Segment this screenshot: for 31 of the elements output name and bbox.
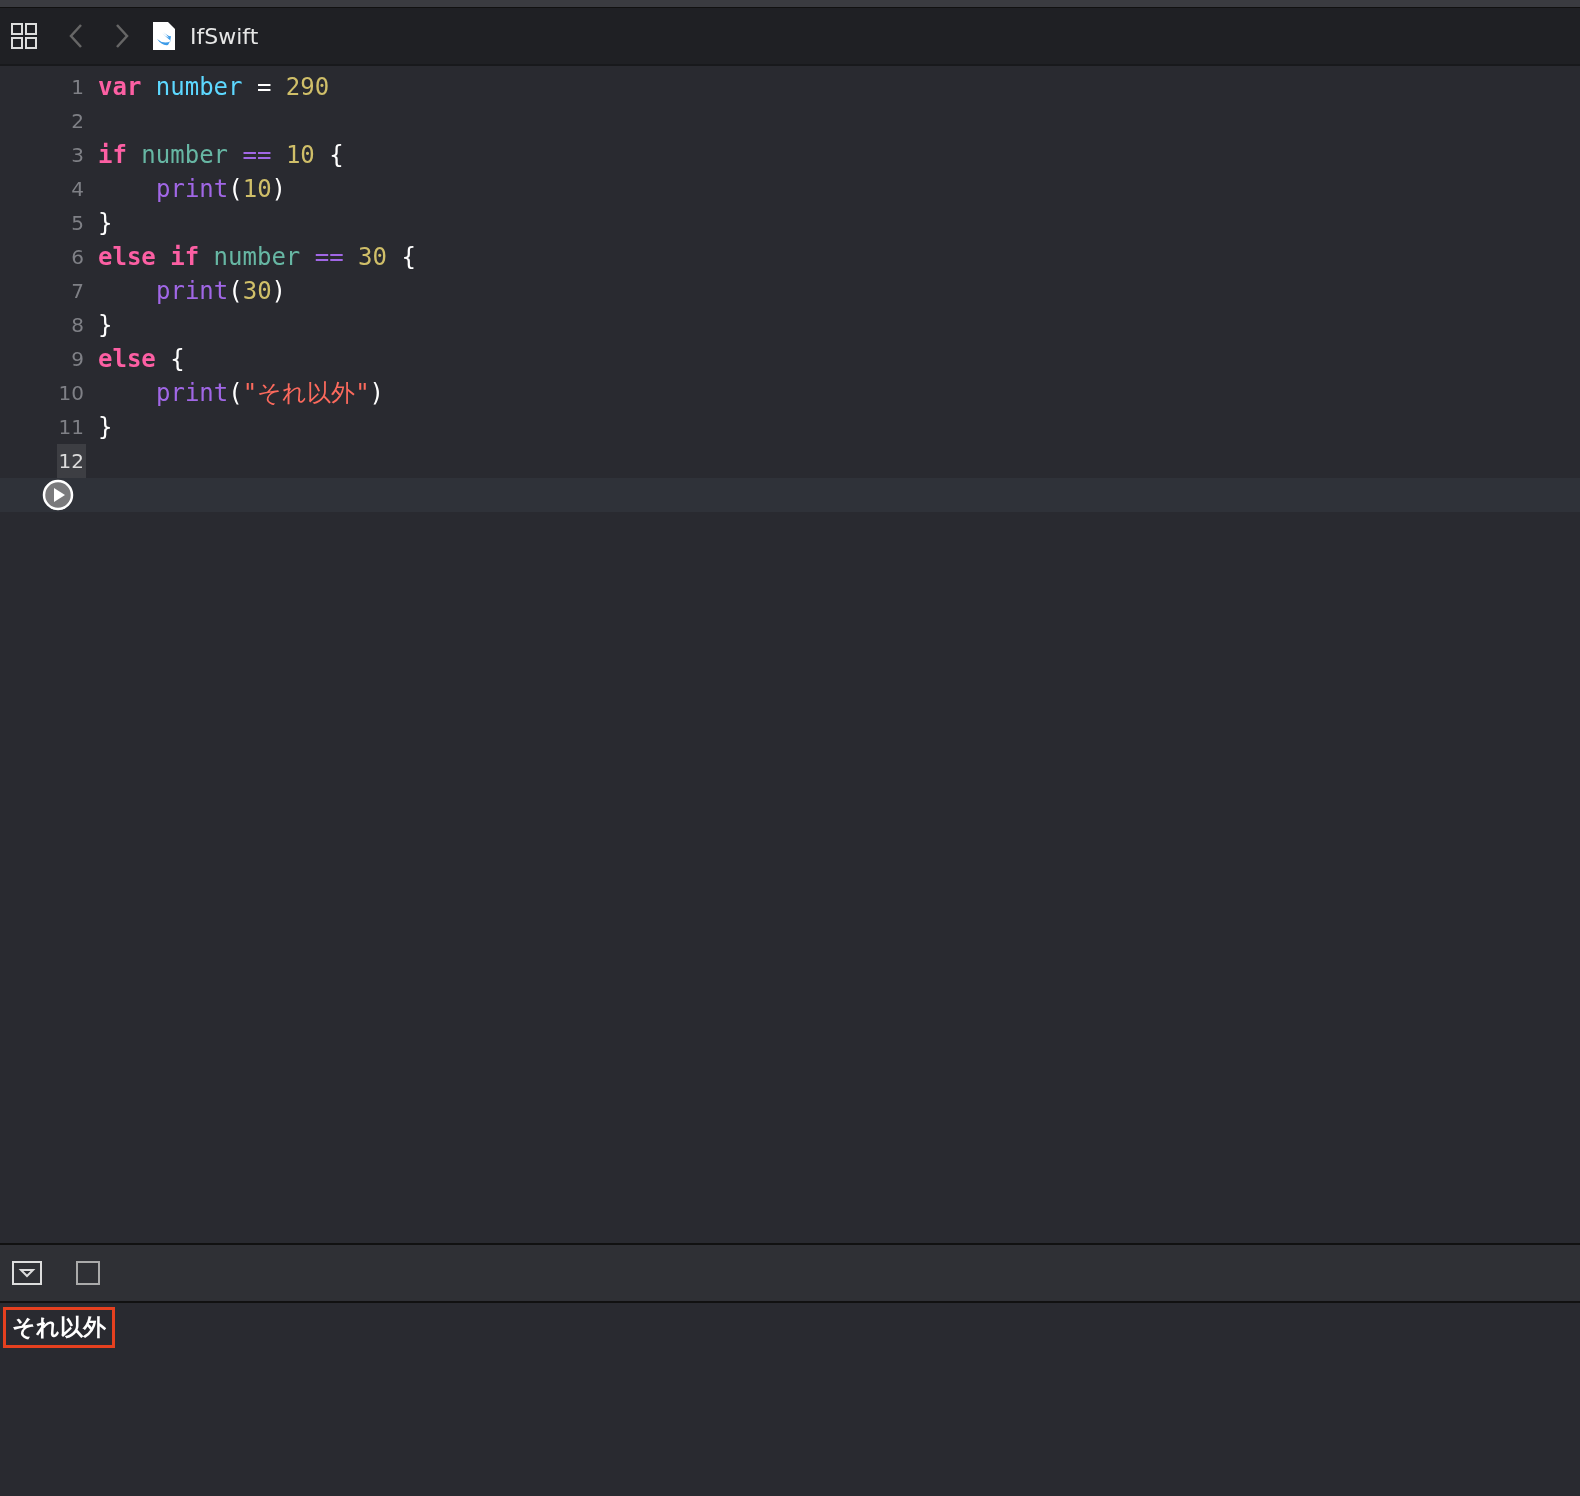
code-line: print(10) [156,174,287,205]
line-number: 1 [70,74,85,101]
line-number: 6 [70,244,85,271]
code-line: else if number == 30 { [98,242,416,273]
line-number: 12 [56,444,86,478]
code-line: } [98,208,113,239]
line-number: 8 [70,312,85,339]
code-line: var number = 290 [98,72,330,103]
console-output: それ以外 [3,1307,115,1348]
code-line: else { [98,344,185,375]
swift-file-icon [152,21,176,51]
run-icon[interactable] [42,479,74,511]
line-number: 7 [70,278,85,305]
line-number: 4 [70,176,85,203]
line-number: 2 [70,108,85,135]
back-icon[interactable] [68,22,84,50]
file-name: IfSwift [190,23,259,49]
code-line: } [98,310,113,341]
code-line: print("それ以外") [156,378,385,409]
line-number: 9 [70,346,85,373]
code-line: print(30) [156,276,287,307]
code-line: if number == 10 { [98,140,344,171]
hide-console-icon[interactable] [12,1261,42,1285]
square-icon[interactable] [76,1261,100,1285]
code-line: } [98,412,113,443]
line-number: 5 [70,210,85,237]
line-number: 3 [70,142,85,169]
line-number: 10 [57,380,85,407]
grid-icon[interactable] [10,22,38,50]
line-number: 11 [57,414,85,441]
forward-icon[interactable] [114,22,130,50]
